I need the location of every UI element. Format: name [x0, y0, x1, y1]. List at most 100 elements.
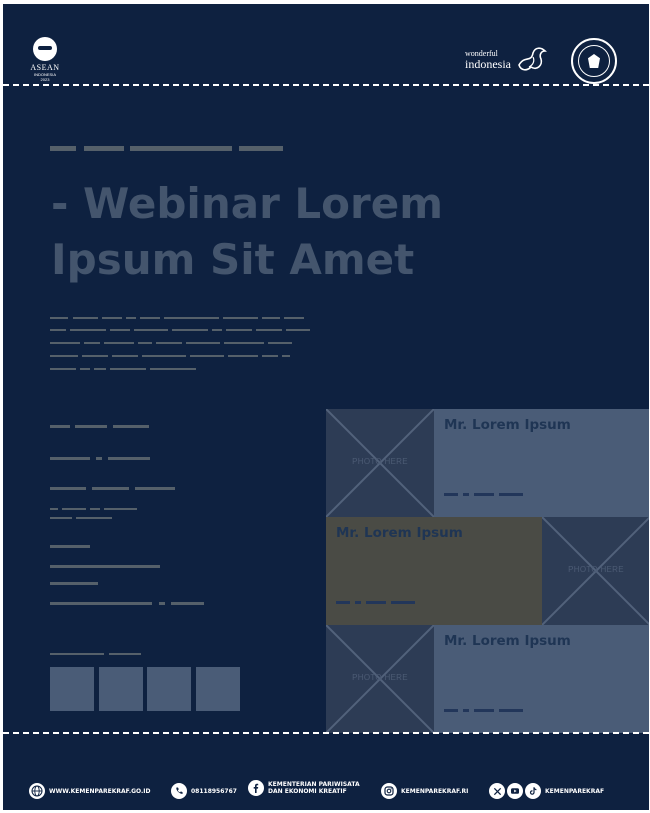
placeholder-line: [50, 342, 80, 344]
facebook-line-2: DAN EKONOMI KREATIF: [268, 788, 347, 795]
footer-website[interactable]: WWW.KEMENPAREKRAF.GO.ID: [29, 783, 151, 799]
asean-emblem-icon: [33, 36, 57, 61]
placeholder-line: [256, 329, 282, 331]
placeholder-line: [50, 565, 160, 568]
placeholder-line: [50, 582, 98, 585]
placeholder-line: [50, 487, 86, 490]
placeholder-line: [444, 709, 458, 712]
placeholder-line: [50, 368, 76, 370]
placeholder-line: [226, 329, 252, 331]
placeholder-line: [135, 487, 175, 490]
placeholder-line: [444, 493, 458, 496]
placeholder-line: [171, 602, 204, 605]
placeholder-line: [112, 355, 138, 357]
photo-placeholder-label: PHOTO HERE: [352, 457, 408, 466]
speaker-card: Mr. Lorem Ipsum: [434, 409, 649, 517]
placeholder-line: [286, 329, 310, 331]
placeholder-line: [228, 355, 258, 357]
placeholder-line: [172, 329, 208, 331]
footer-contact-bar: WWW.KEMENPAREKRAF.GO.ID 08118956767 KEME…: [3, 774, 649, 808]
footer-social-handle[interactable]: KEMENPAREKRAF: [489, 783, 604, 799]
asean-logo-year: 2023: [40, 76, 50, 82]
placeholder-line: [104, 508, 137, 510]
placeholder-line: [73, 317, 98, 319]
placeholder-line: [391, 601, 415, 604]
placeholder-line: [284, 317, 304, 319]
placeholder-line: [463, 709, 469, 712]
placeholder-line: [138, 342, 152, 344]
ministry-seal-logo: [571, 38, 617, 84]
placeholder-line: [50, 545, 90, 548]
title-line-2: Ipsum Sit Amet: [51, 235, 415, 284]
placeholder-line: [336, 601, 350, 604]
garuda-seal-icon: [578, 45, 610, 77]
placeholder-line: [268, 342, 292, 344]
placeholder-line: [50, 653, 104, 655]
speaker-name: Mr. Lorem Ipsum: [444, 417, 571, 433]
speaker-photo: PHOTO HERE: [326, 409, 434, 517]
website-text: WWW.KEMENPAREKRAF.GO.ID: [49, 787, 151, 795]
placeholder-line: [50, 508, 58, 510]
footer-facebook[interactable]: KEMENTERIAN PARIWISATA DAN EKONOMI KREAT…: [248, 780, 360, 796]
placeholder-line: [190, 355, 224, 357]
placeholder-line: [140, 317, 160, 319]
speaker-photo: PHOTO HERE: [326, 625, 434, 733]
globe-icon: [29, 783, 45, 799]
photo-placeholder-label: PHOTO HERE: [568, 565, 624, 574]
placeholder-line: [134, 329, 168, 331]
asean-logo: ASEAN INDONESIA 2023: [25, 34, 65, 84]
youtube-icon: [507, 783, 523, 799]
wonderful-logo-line2: indonesia: [465, 57, 511, 71]
placeholder-line: [499, 493, 523, 496]
title-line-1: - Webinar Lorem: [51, 179, 443, 228]
placeholder-line: [70, 329, 106, 331]
placeholder-line: [80, 368, 90, 370]
thumbnail-placeholder: [50, 667, 94, 711]
header-divider: [3, 84, 649, 86]
placeholder-line: [50, 146, 76, 151]
asean-logo-text: ASEAN: [30, 62, 60, 72]
thumbnail-placeholder: [147, 667, 191, 711]
placeholder-line: [110, 368, 146, 370]
footer-instagram[interactable]: KEMENPAREKRAF.RI: [381, 783, 468, 799]
placeholder-line: [94, 368, 106, 370]
photo-placeholder-label: PHOTO HERE: [352, 673, 408, 682]
placeholder-line: [96, 457, 102, 460]
footer-phone[interactable]: 08118956767: [171, 783, 237, 799]
tiktok-icon: [525, 783, 541, 799]
placeholder-line: [164, 317, 219, 319]
placeholder-line: [355, 601, 361, 604]
placeholder-line: [212, 329, 222, 331]
placeholder-line: [474, 493, 494, 496]
placeholder-line: [126, 317, 136, 319]
placeholder-line: [463, 493, 469, 496]
placeholder-line: [186, 342, 220, 344]
placeholder-line: [50, 517, 72, 519]
placeholder-line: [223, 317, 258, 319]
placeholder-line: [90, 508, 100, 510]
placeholder-line: [84, 146, 124, 151]
speaker-card: Mr. Lorem Ipsum: [434, 625, 649, 733]
placeholder-line: [150, 368, 196, 370]
placeholder-line: [50, 317, 68, 319]
placeholder-line: [50, 425, 70, 428]
speaker-name: Mr. Lorem Ipsum: [444, 633, 571, 649]
placeholder-line: [156, 342, 182, 344]
placeholder-line: [108, 457, 150, 460]
placeholder-line: [82, 355, 108, 357]
page-title: - Webinar Lorem Ipsum Sit Amet: [51, 176, 491, 288]
placeholder-line: [62, 508, 86, 510]
placeholder-line: [92, 487, 129, 490]
placeholder-line: [474, 709, 494, 712]
placeholder-line: [262, 317, 280, 319]
poster: ASEAN INDONESIA 2023 wonderful indonesia…: [3, 4, 649, 810]
placeholder-line: [130, 146, 232, 151]
thumbnail-placeholder: [99, 667, 143, 711]
instagram-icon: [381, 783, 397, 799]
phone-text: 08118956767: [191, 787, 237, 795]
placeholder-line: [75, 425, 107, 428]
speaker-name: Mr. Lorem Ipsum: [336, 525, 463, 541]
placeholder-line: [159, 602, 165, 605]
placeholder-line: [50, 602, 152, 605]
placeholder-line: [109, 653, 141, 655]
